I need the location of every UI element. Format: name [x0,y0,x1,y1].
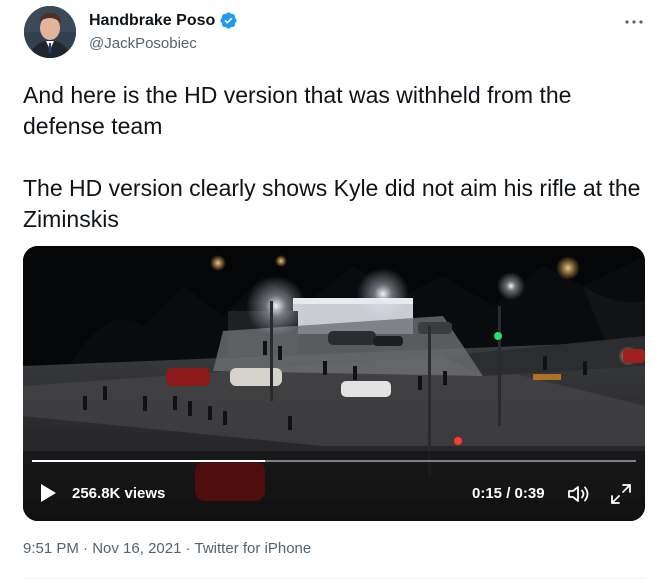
meta-separator: · [181,540,195,557]
tweet-meta: 9:51 PM · Nov 16, 2021 · Twitter for iPh… [23,540,311,558]
video-player[interactable]: 256.8K views 0:15 / 0:39 [23,246,645,521]
fullscreen-icon[interactable] [609,482,633,506]
more-horizontal-icon[interactable] [622,10,646,34]
video-view-count: 256.8K views [72,485,166,502]
meta-separator: · [78,540,93,557]
tweet-date[interactable]: Nov 16, 2021 [92,540,181,557]
video-timestamp: 0:15 / 0:39 [472,485,545,502]
author-name[interactable]: Handbrake Poso [89,11,215,31]
play-icon[interactable] [37,482,59,504]
video-frame [23,246,645,521]
tweet-time[interactable]: 9:51 PM [23,540,79,557]
verified-badge-icon [220,12,237,29]
volume-icon[interactable] [566,482,592,506]
divider [23,578,645,579]
tweet-source[interactable]: Twitter for iPhone [195,540,312,557]
author-avatar[interactable] [24,6,76,58]
tweet: Handbrake Poso @JackPosobiec And here is… [0,0,668,583]
tweet-text: And here is the HD version that was with… [23,82,641,232]
video-progress-bar[interactable] [32,460,636,462]
video-progress-fill [32,460,265,462]
author-handle[interactable]: @JackPosobiec [89,35,197,53]
